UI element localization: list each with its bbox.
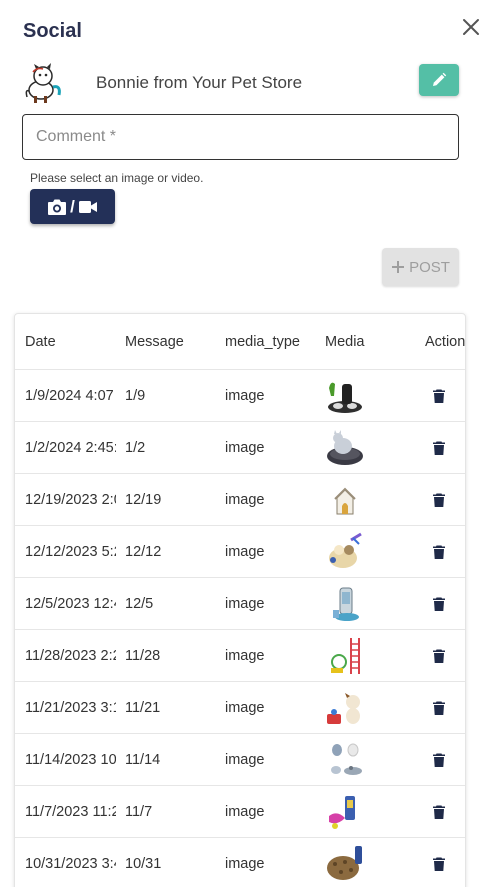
row-message: 11/7 xyxy=(125,803,153,820)
row-date: 10/31/2023 3:4 xyxy=(25,855,116,872)
row-media[interactable] xyxy=(325,422,395,473)
table-row: 12/5/2023 12:4 12/5 image xyxy=(15,578,465,630)
media-thumbnail[interactable] xyxy=(325,792,365,832)
media-thumbnail[interactable] xyxy=(325,636,365,676)
row-media[interactable] xyxy=(325,838,395,887)
delete-icon[interactable] xyxy=(433,857,445,871)
header-message[interactable]: Message xyxy=(125,314,215,369)
row-media-type: image xyxy=(225,699,265,716)
row-message: 1/2 xyxy=(125,439,146,456)
delete-icon[interactable] xyxy=(433,701,445,715)
media-thumbnail[interactable] xyxy=(325,376,365,416)
close-icon[interactable] xyxy=(460,16,482,38)
delete-icon[interactable] xyxy=(433,493,445,507)
edit-button[interactable] xyxy=(419,64,459,96)
header-media[interactable]: Media xyxy=(325,314,395,369)
table-row: 1/9/2024 4:07 1/9 image xyxy=(15,370,465,422)
row-media[interactable] xyxy=(325,474,395,525)
media-thumbnail[interactable] xyxy=(325,428,365,468)
row-message: 11/28 xyxy=(125,647,161,664)
row-date: 12/12/2023 5:2 xyxy=(25,543,116,560)
media-thumbnail[interactable] xyxy=(325,480,365,520)
row-date: 11/7/2023 11:2 xyxy=(25,803,116,820)
row-media-type: image xyxy=(225,595,265,612)
row-media[interactable] xyxy=(325,526,395,577)
row-message: 12/19 xyxy=(125,491,162,508)
camera-icon xyxy=(48,199,67,215)
delete-icon[interactable] xyxy=(433,597,445,611)
table-row: 12/12/2023 5:2 12/12 image xyxy=(15,526,465,578)
posts-table: Date Message media_type Media Action 1/9… xyxy=(14,313,466,887)
row-media[interactable] xyxy=(325,630,395,681)
media-hint: Please select an image or video. xyxy=(30,171,204,185)
row-media-type: image xyxy=(225,439,265,456)
post-button[interactable]: POST xyxy=(382,248,459,286)
row-date: 1/2/2024 2:45: xyxy=(25,439,116,456)
store-name: Bonnie from Your Pet Store xyxy=(96,73,303,92)
row-message: 10/31 xyxy=(125,855,162,872)
row-message: 12/5 xyxy=(125,595,154,612)
row-media[interactable] xyxy=(325,682,395,733)
row-media[interactable] xyxy=(325,734,395,785)
table-row: 12/19/2023 2:0 12/19 image xyxy=(15,474,465,526)
row-message: 11/21 xyxy=(125,699,161,716)
row-media-type: image xyxy=(225,387,265,404)
row-media-type: image xyxy=(225,543,265,560)
header-action: Action xyxy=(425,333,466,350)
row-media-type: image xyxy=(225,803,265,820)
media-thumbnail[interactable] xyxy=(325,740,365,780)
table-header: Date Message media_type Media Action xyxy=(15,314,466,370)
delete-icon[interactable] xyxy=(433,753,445,767)
pencil-icon xyxy=(433,72,447,86)
row-media-type: image xyxy=(225,491,265,508)
row-date: 12/5/2023 12:4 xyxy=(25,595,116,612)
table-row: 10/31/2023 3:4 10/31 image xyxy=(15,838,465,887)
row-message: 1/9 xyxy=(125,387,146,404)
delete-icon[interactable] xyxy=(433,389,445,403)
media-thumbnail[interactable] xyxy=(325,688,365,728)
row-media-type: image xyxy=(225,647,265,664)
media-thumbnail[interactable] xyxy=(325,844,365,884)
comment-input[interactable] xyxy=(22,114,459,160)
header-date[interactable]: Date xyxy=(25,314,116,369)
store-avatar xyxy=(25,63,61,103)
table-row: 1/2/2024 2:45: 1/2 image xyxy=(15,422,465,474)
post-label: POST xyxy=(409,258,450,276)
row-media[interactable] xyxy=(325,578,395,629)
table-row: 11/28/2023 2:2 11/28 image xyxy=(15,630,465,682)
row-date: 11/14/2023 10: xyxy=(25,751,116,768)
row-message: 11/14 xyxy=(125,751,161,768)
row-date: 12/19/2023 2:0 xyxy=(25,491,116,508)
delete-icon[interactable] xyxy=(433,441,445,455)
row-media[interactable] xyxy=(325,786,395,837)
row-date: 1/9/2024 4:07 xyxy=(25,387,114,404)
delete-icon[interactable] xyxy=(433,805,445,819)
media-separator: / xyxy=(70,196,75,216)
row-date: 11/21/2023 3:1 xyxy=(25,699,116,716)
row-media[interactable] xyxy=(325,370,395,421)
delete-icon[interactable] xyxy=(433,649,445,663)
table-row: 11/21/2023 3:1 11/21 image xyxy=(15,682,465,734)
table-row: 11/7/2023 11:2 11/7 image xyxy=(15,786,465,838)
add-media-button[interactable]: / xyxy=(30,189,115,224)
row-message: 12/12 xyxy=(125,543,162,560)
table-row: 11/14/2023 10: 11/14 image xyxy=(15,734,465,786)
row-media-type: image xyxy=(225,855,265,872)
plus-icon xyxy=(392,261,405,273)
media-thumbnail[interactable] xyxy=(325,532,365,572)
video-icon xyxy=(78,200,97,213)
row-date: 11/28/2023 2:2 xyxy=(25,647,116,664)
row-media-type: image xyxy=(225,751,265,768)
panel-title: Social xyxy=(23,20,82,42)
header-media-type[interactable]: media_type xyxy=(225,314,320,369)
delete-icon[interactable] xyxy=(433,545,445,559)
media-thumbnail[interactable] xyxy=(325,584,365,624)
